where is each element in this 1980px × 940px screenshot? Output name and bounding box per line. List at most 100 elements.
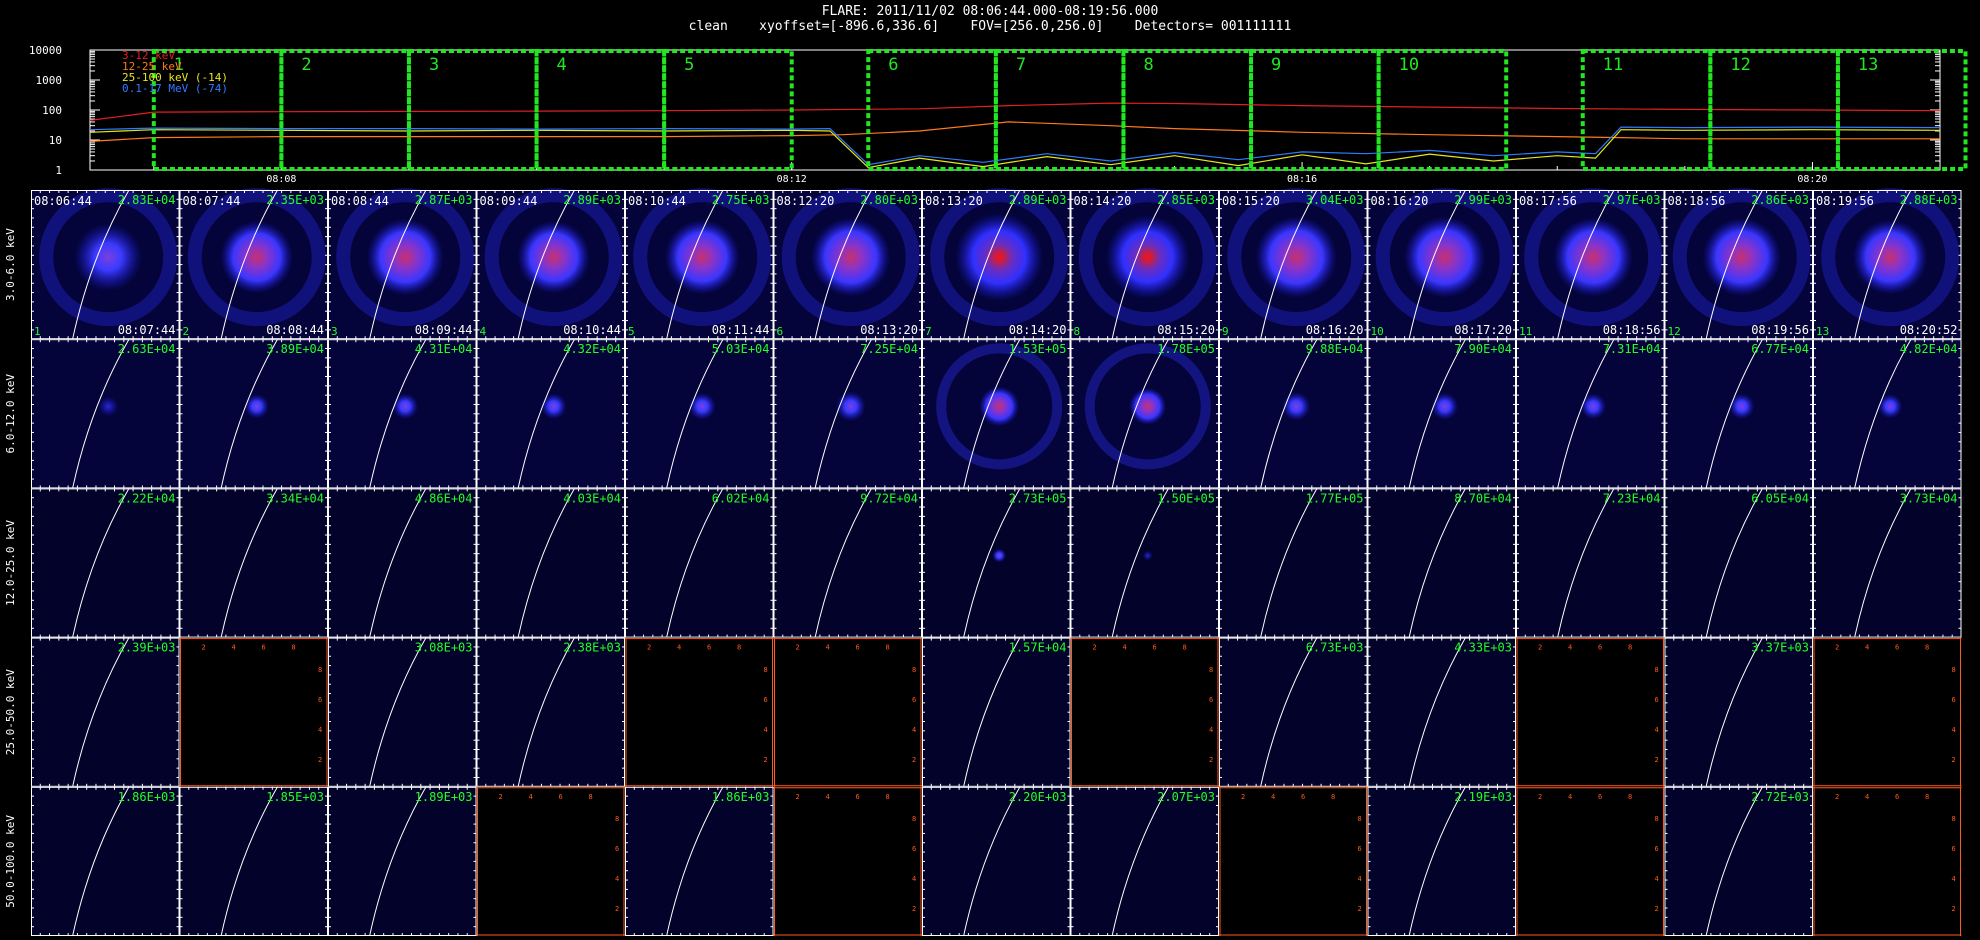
flare-source	[1105, 215, 1190, 299]
end-time-label: 08:08:44	[266, 323, 324, 337]
empty-tick-label: 2	[1835, 644, 1839, 652]
image-panel: 2.35E+03 08:07:44 08:08:44 2	[179, 188, 328, 340]
panel-number: 13	[1816, 325, 1829, 338]
panel-background	[625, 488, 774, 638]
image-panel: 9.88E+04	[1219, 338, 1368, 489]
max-value-label: 2.63E+04	[118, 342, 176, 356]
empty-tick-label: 6	[1895, 793, 1899, 801]
panel-background	[773, 488, 922, 638]
empty-tick-label: 4	[826, 644, 830, 652]
flare-source	[1129, 387, 1167, 425]
empty-tick-label: 4	[1358, 875, 1362, 883]
panel-background	[1516, 488, 1665, 638]
start-time-label: 08:19:56	[1816, 194, 1874, 208]
empty-tick-label: 4	[1123, 644, 1127, 652]
panel-background	[1219, 637, 1368, 787]
empty-tick-label: 2	[1655, 905, 1659, 913]
max-value-label: 2.87E+03	[415, 193, 473, 207]
image-panel: 1.53E+05	[922, 338, 1071, 489]
empty-tick-label: 6	[615, 845, 619, 853]
max-value-label: 4.03E+04	[563, 491, 621, 505]
image-panel: 3.04E+03 08:15:20 08:16:20 9	[1219, 188, 1368, 340]
empty-tick-label: 6	[1153, 644, 1157, 652]
empty-tick-label: 4	[1865, 644, 1869, 652]
end-time-label: 08:20:52	[1900, 323, 1958, 337]
flare-source	[1142, 550, 1153, 561]
empty-panel	[1219, 786, 1368, 936]
panel-number: 4	[480, 325, 487, 338]
empty-tick-label: 2	[1209, 756, 1213, 764]
empty-tick-label: 8	[615, 815, 619, 823]
empty-tick-label: 4	[318, 726, 322, 734]
image-panel: 3.34E+04	[179, 488, 328, 638]
empty-tick-label: 4	[529, 793, 533, 801]
row-label: 6.0-12.0 keV	[4, 374, 17, 454]
empty-tick-label: 6	[1952, 696, 1956, 704]
empty-tick-label: 6	[912, 845, 916, 853]
flare-source	[835, 391, 866, 422]
flare-source	[392, 393, 419, 420]
panel-background	[1367, 637, 1516, 787]
flare-source	[220, 220, 294, 294]
empty-tick-label: 6	[1655, 696, 1659, 704]
panel-background	[31, 488, 180, 638]
max-value-label: 1.86E+03	[712, 790, 770, 804]
image-panel: 3.08E+03	[328, 637, 477, 787]
image-panel: 7.23E+04	[1516, 488, 1665, 638]
image-panel: 2 2 4 4 6 6 8 8	[1516, 786, 1665, 936]
image-panel: 5.03E+04	[625, 338, 774, 489]
max-value-label: 2.99E+03	[1454, 193, 1512, 207]
image-panel: 2.20E+03	[922, 786, 1071, 937]
empty-panel	[1070, 637, 1219, 787]
max-value-label: 6.77E+04	[1751, 342, 1809, 356]
image-panel: 2.39E+03	[31, 637, 180, 787]
max-value-label: 2.80E+03	[860, 193, 918, 207]
image-panel: 9.72E+04	[773, 488, 922, 638]
panel-background	[1367, 488, 1516, 638]
empty-tick-label: 8	[737, 644, 741, 652]
max-value-label: 7.90E+04	[1454, 342, 1512, 356]
image-panel: 4.03E+04	[476, 488, 625, 638]
empty-tick-label: 2	[1241, 793, 1245, 801]
empty-tick-label: 2	[796, 644, 800, 652]
empty-tick-label: 2	[1538, 644, 1542, 652]
image-panel: 2.99E+03 08:16:20 08:17:20 10	[1367, 188, 1516, 340]
end-time-label: 08:15:20	[1157, 323, 1215, 337]
image-panel: 8.70E+04	[1367, 488, 1516, 638]
max-value-label: 4.82E+04	[1900, 342, 1958, 356]
empty-tick-label: 8	[1952, 666, 1956, 674]
empty-tick-label: 4	[1568, 793, 1572, 801]
image-panel: 4.82E+04	[1813, 338, 1962, 489]
panel-number: 2	[183, 325, 190, 338]
end-time-label: 08:09:44	[415, 323, 473, 337]
flare-source	[979, 386, 1020, 427]
empty-tick-label: 8	[1628, 793, 1632, 801]
max-value-label: 4.33E+03	[1454, 641, 1512, 655]
image-panel: 2.19E+03	[1367, 786, 1516, 937]
row-label: 25.0-50.0 keV	[4, 669, 17, 755]
empty-tick-label: 8	[1925, 644, 1929, 652]
image-panel: 3.89E+04	[179, 338, 328, 489]
start-time-label: 08:12:20	[777, 194, 835, 208]
panel-background	[1070, 786, 1219, 936]
panel-background	[1813, 488, 1962, 638]
panel-background	[476, 637, 625, 787]
max-value-label: 2.85E+03	[1157, 193, 1215, 207]
image-panel: 2.88E+03 08:19:56 08:20:52 13	[1813, 188, 1962, 340]
end-time-label: 08:17:20	[1454, 323, 1512, 337]
panel-number: 9	[1222, 325, 1229, 338]
max-value-label: 6.73E+03	[1306, 641, 1364, 655]
empty-tick-label: 8	[318, 666, 322, 674]
empty-tick-label: 6	[1301, 793, 1305, 801]
empty-tick-label: 4	[1952, 875, 1956, 883]
max-value-label: 2.22E+04	[118, 491, 176, 505]
empty-panel	[1813, 786, 1962, 936]
empty-panel	[1813, 637, 1962, 787]
flare-source	[1255, 216, 1337, 298]
empty-tick-label: 6	[318, 696, 322, 704]
empty-tick-label: 8	[1655, 666, 1659, 674]
empty-tick-label: 6	[856, 793, 860, 801]
max-value-label: 3.04E+03	[1306, 193, 1364, 207]
panel-background	[328, 637, 477, 787]
empty-tick-label: 8	[1655, 815, 1659, 823]
